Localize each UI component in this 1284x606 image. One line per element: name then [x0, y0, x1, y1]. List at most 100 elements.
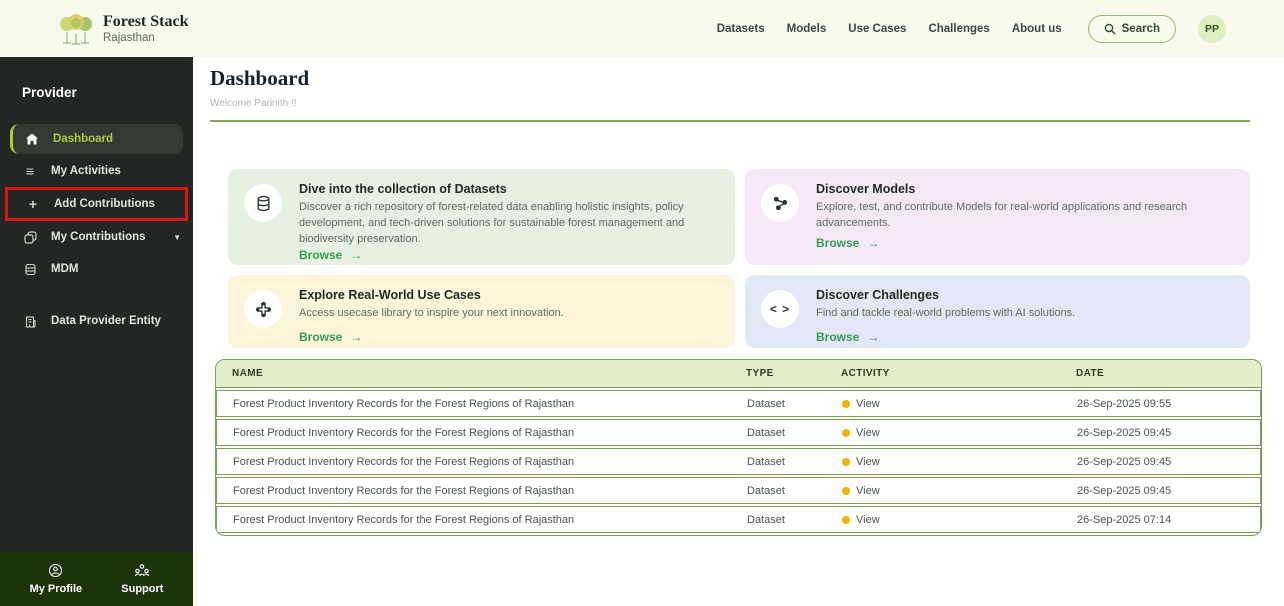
card-use-cases[interactable]: Explore Real-World Use Cases Access usec… [228, 275, 735, 348]
browse-label: Browse [816, 330, 859, 344]
sidebar-item-data-provider-entity[interactable]: Data Provider Entity [0, 305, 193, 337]
divider [210, 120, 1250, 122]
card-description: Explore, test, and contribute Models for… [816, 200, 1234, 232]
brand-title: Forest Stack [103, 13, 188, 31]
cell-activity: View [842, 427, 1077, 439]
card-description: Find and tackle real-world problems with… [816, 306, 1234, 322]
chevron-down-icon[interactable]: ▼ [173, 233, 181, 242]
database-icon [22, 263, 38, 276]
cell-date: 26-Sep-2025 09:45 [1077, 456, 1260, 468]
browse-label: Browse [299, 330, 342, 344]
cell-activity: View [842, 485, 1077, 497]
card-description: Discover a rich repository of forest-rel… [299, 200, 719, 248]
cell-activity: View [842, 514, 1077, 526]
cell-date: 26-Sep-2025 07:14 [1077, 514, 1260, 526]
sidebar-item-my-activities[interactable]: ≡ My Activities [0, 155, 193, 187]
nav-about-us[interactable]: About us [1012, 23, 1062, 35]
card-challenges[interactable]: < > Discover Challenges Find and tackle … [745, 275, 1250, 348]
col-activity: ACTIVITY [841, 368, 1076, 379]
my-profile-label: My Profile [30, 583, 83, 595]
nav-challenges[interactable]: Challenges [928, 23, 989, 35]
sidebar-heading: Provider [22, 85, 193, 100]
nav-use-cases[interactable]: Use Cases [848, 23, 906, 35]
table-row[interactable]: Forest Product Inventory Records for the… [216, 419, 1261, 446]
sidebar-item-label: My Activities [51, 165, 121, 177]
cell-name: Forest Product Inventory Records for the… [233, 427, 747, 439]
sidebar-item-add-contributions[interactable]: + Add Contributions [8, 190, 185, 218]
table-header: NAME TYPE ACTIVITY DATE [216, 360, 1261, 388]
cell-date: 26-Sep-2025 09:45 [1077, 485, 1260, 497]
sidebar-item-my-contributions[interactable]: My Contributions ▼ [0, 221, 193, 253]
plus-icon: + [25, 196, 41, 212]
activity-dot-icon [842, 516, 850, 524]
code-icon: < > [761, 290, 799, 328]
browse-link-challenges[interactable]: Browse → [816, 330, 1234, 346]
people-group-icon [134, 563, 150, 581]
activity-dot-icon [842, 429, 850, 437]
cell-type: Dataset [747, 485, 842, 497]
cell-name: Forest Product Inventory Records for the… [233, 398, 747, 410]
cell-name: Forest Product Inventory Records for the… [233, 514, 747, 526]
forest-stack-logo [58, 10, 94, 48]
arrow-right-icon: → [867, 330, 879, 344]
nav-models[interactable]: Models [787, 23, 827, 35]
top-nav: Datasets Models Use Cases Challenges Abo… [717, 15, 1226, 43]
sidebar-footer: My Profile Support [0, 552, 193, 606]
cell-date: 26-Sep-2025 09:55 [1077, 398, 1260, 410]
browse-link-use-cases[interactable]: Browse → [299, 330, 719, 346]
annotation-box: + Add Contributions [5, 187, 188, 221]
nav-datasets[interactable]: Datasets [717, 23, 765, 35]
card-title: Discover Challenges [816, 288, 1234, 302]
browse-link-datasets[interactable]: Browse → [299, 248, 719, 264]
copy-icon [22, 231, 38, 244]
col-date: DATE [1076, 368, 1261, 379]
arrow-right-icon: → [350, 248, 362, 262]
sidebar-item-label: Add Contributions [54, 198, 155, 210]
sidebar-item-mdm[interactable]: MDM [0, 253, 193, 285]
main-content: Dashboard Welcome Parinith !! Dive into … [193, 57, 1284, 606]
table-row[interactable]: Forest Product Inventory Records for the… [216, 477, 1261, 504]
my-profile-button[interactable]: My Profile [30, 563, 83, 595]
cell-type: Dataset [747, 398, 842, 410]
top-header: Forest Stack Rajasthan Datasets Models U… [0, 0, 1284, 57]
card-title: Discover Models [816, 182, 1234, 196]
activity-dot-icon [842, 400, 850, 408]
sidebar-item-label: Data Provider Entity [51, 315, 161, 327]
cell-date: 26-Sep-2025 09:45 [1077, 427, 1260, 439]
support-button[interactable]: Support [121, 563, 163, 595]
avatar[interactable]: PP [1198, 15, 1226, 43]
search-button[interactable]: Search [1088, 15, 1176, 43]
building-icon [22, 315, 38, 328]
home-icon [24, 132, 40, 146]
sidebar: Provider Dashboard ≡ My Activities + Add… [0, 57, 193, 606]
network-icon [761, 184, 799, 222]
browse-link-models[interactable]: Browse → [816, 236, 1234, 252]
sidebar-item-label: Dashboard [53, 133, 113, 145]
col-name: NAME [232, 368, 746, 379]
sidebar-item-label: My Contributions [51, 231, 146, 243]
cell-activity: View [842, 398, 1077, 410]
table-row[interactable]: Forest Product Inventory Records for the… [216, 390, 1261, 417]
table-row[interactable]: Forest Product Inventory Records for the… [216, 448, 1261, 475]
search-icon [1104, 23, 1116, 35]
card-models[interactable]: Discover Models Explore, test, and contr… [745, 169, 1250, 265]
cell-type: Dataset [747, 456, 842, 468]
browse-label: Browse [299, 248, 342, 262]
search-label: Search [1122, 23, 1160, 35]
support-label: Support [121, 583, 163, 595]
cell-type: Dataset [747, 427, 842, 439]
page-title: Dashboard [210, 66, 1284, 91]
feature-cards: Dive into the collection of Datasets Dis… [228, 169, 1250, 348]
activity-dot-icon [842, 487, 850, 495]
arrow-right-icon: → [350, 330, 362, 344]
table-row[interactable]: Forest Product Inventory Records for the… [216, 506, 1261, 533]
sidebar-menu: Dashboard ≡ My Activities + Add Contribu… [0, 124, 193, 337]
database-icon [244, 184, 282, 222]
brand[interactable]: Forest Stack Rajasthan [58, 10, 188, 48]
sidebar-item-dashboard[interactable]: Dashboard [10, 124, 183, 154]
col-type: TYPE [746, 368, 841, 379]
arrow-right-icon: → [867, 236, 879, 250]
card-datasets[interactable]: Dive into the collection of Datasets Dis… [228, 169, 735, 265]
person-circle-icon [48, 563, 63, 581]
cell-activity: View [842, 456, 1077, 468]
